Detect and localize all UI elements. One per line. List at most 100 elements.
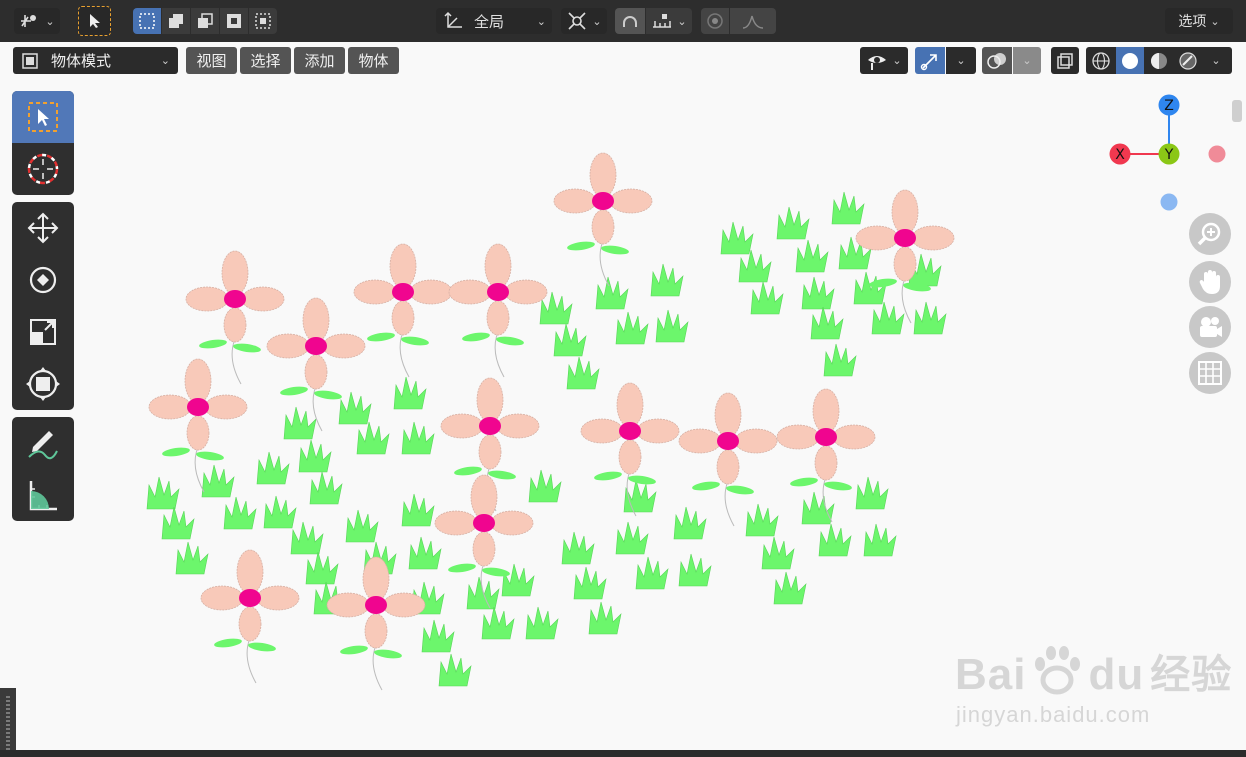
grass-tuft: [421, 619, 455, 653]
select-subtract-button[interactable]: [191, 8, 219, 34]
snap-toggle[interactable]: [615, 8, 645, 34]
menu-select[interactable]: 选择: [240, 47, 291, 74]
select-invert-button[interactable]: [220, 8, 248, 34]
select-extend-button[interactable]: [162, 8, 190, 34]
rendered-shading-button[interactable]: [1173, 47, 1202, 74]
grass-tuft: [573, 566, 607, 600]
pan-button[interactable]: [1189, 261, 1231, 303]
camera-view-button[interactable]: [1189, 306, 1231, 348]
neg-x-axis-dot[interactable]: [1208, 145, 1226, 163]
options-label: 选项: [1178, 14, 1207, 30]
overlays-toggle[interactable]: [982, 47, 1012, 74]
grass-tuft: [623, 479, 657, 513]
annotate-pencil-icon: [28, 431, 58, 460]
grass-tuft: [801, 491, 835, 525]
chevron-down-icon: ⌄: [592, 14, 602, 28]
chevron-down-icon: ⌄: [892, 54, 902, 67]
baidu-watermark: Bai du 经验: [955, 642, 1232, 700]
orientation-icon: [444, 11, 462, 28]
tool-scale[interactable]: [12, 306, 74, 358]
grass-tuft: [650, 263, 684, 297]
proportional-edit-toggle[interactable]: [701, 8, 729, 34]
gizmo-dropdown[interactable]: ⌄: [946, 47, 976, 74]
grass-tuft: [673, 506, 707, 540]
grass-tuft: [283, 406, 317, 440]
overlays-dropdown[interactable]: ⌄: [1013, 47, 1041, 74]
watermark-du: du: [1088, 650, 1145, 699]
tool-select-box[interactable]: [12, 91, 74, 143]
zoom-button[interactable]: [1189, 213, 1231, 255]
chevron-down-icon: ⌄: [1022, 54, 1032, 67]
menu-object[interactable]: 物体: [348, 47, 399, 74]
falloff-dropdown[interactable]: [730, 8, 776, 34]
x-axis-label: X: [1115, 147, 1125, 163]
select-tool-button[interactable]: [78, 6, 111, 36]
pivot-point-dropdown[interactable]: ⌄: [561, 8, 607, 34]
transform-orientation-dropdown[interactable]: 全局 ⌄: [436, 8, 552, 34]
grass-tuft: [408, 536, 442, 570]
tool-transform[interactable]: [12, 358, 74, 410]
grass-tuft: [345, 509, 379, 543]
watermark-bai: Bai: [955, 650, 1027, 699]
solid-shading-button[interactable]: [1116, 47, 1144, 74]
orientation-label: 全局: [474, 12, 505, 31]
grass-tuft: [801, 276, 835, 310]
xray-toggle[interactable]: [1051, 47, 1079, 74]
grass-tuft: [635, 556, 669, 590]
navigation-gizmo[interactable]: Z X Y: [1100, 90, 1240, 230]
menu-view[interactable]: 视图: [186, 47, 237, 74]
flower: [448, 243, 548, 378]
falloff-curve-icon: [742, 15, 764, 29]
wireframe-shading-button[interactable]: [1086, 47, 1116, 74]
flower: [553, 152, 653, 287]
grass-tuft: [595, 276, 629, 310]
select-box-icon: [139, 13, 155, 29]
camera-icon: [1200, 317, 1222, 337]
grass-tuft: [263, 495, 297, 529]
editor-type-button[interactable]: ⌄: [14, 8, 60, 34]
transform-icon: [26, 367, 60, 401]
chevron-down-icon: ⌄: [677, 14, 687, 28]
neg-z-axis-dot[interactable]: [1160, 193, 1178, 211]
grass-tuft: [528, 469, 562, 503]
tool-measure[interactable]: [12, 469, 74, 521]
tool-cursor[interactable]: [12, 143, 74, 195]
grass-tuft: [561, 531, 595, 565]
select-extend-icon: [169, 14, 183, 28]
eye-pointer-icon: [868, 55, 887, 70]
tool-rotate[interactable]: [12, 254, 74, 306]
select-subtract-icon: [198, 13, 213, 28]
chevron-down-icon: ⌄: [1211, 54, 1221, 67]
visibility-dropdown[interactable]: ⌄: [860, 47, 908, 74]
chevron-down-icon: ⌄: [160, 54, 170, 67]
shading-dropdown[interactable]: ⌄: [1202, 47, 1230, 74]
ortho-toggle-button[interactable]: [1189, 352, 1231, 394]
grass-tuft: [201, 464, 235, 498]
mode-label: 物体模式: [51, 52, 112, 70]
viewport-scrollbar[interactable]: [1232, 100, 1242, 122]
material-shading-button[interactable]: [1144, 47, 1173, 74]
grass-tuft: [438, 653, 472, 687]
select-new-button[interactable]: [133, 8, 161, 34]
object-mode-dropdown[interactable]: 物体模式 ⌄: [13, 47, 178, 74]
tool-move[interactable]: [12, 202, 74, 254]
grass-tuft: [175, 541, 209, 575]
side-handle[interactable]: [0, 688, 16, 757]
options-dropdown[interactable]: 选项 ⌄: [1165, 8, 1233, 34]
watermark-jingyan: 经验: [1150, 652, 1233, 698]
zoom-icon: [1197, 222, 1221, 246]
3d-viewport[interactable]: 物体模式 ⌄ 视图 选择 添加 物体 ⌄ ⌄ ⌄ ⌄ Z X Y Bai du …: [0, 42, 1246, 750]
menu-add[interactable]: 添加: [294, 47, 345, 74]
select-intersect-button[interactable]: [249, 8, 277, 34]
tool-annotate[interactable]: [12, 417, 74, 469]
move-icon: [27, 212, 59, 244]
grass-tuft: [853, 271, 887, 305]
snap-target-dropdown[interactable]: ⌄: [646, 8, 692, 34]
gizmo-toggle[interactable]: [915, 47, 945, 74]
z-axis-label: Z: [1164, 98, 1174, 114]
grass-tuft: [553, 323, 587, 357]
cursor-icon: [89, 14, 100, 28]
object-mode-icon: [22, 52, 38, 69]
editor-type-icon: [21, 15, 37, 27]
select-box-tool-icon: [28, 102, 58, 132]
